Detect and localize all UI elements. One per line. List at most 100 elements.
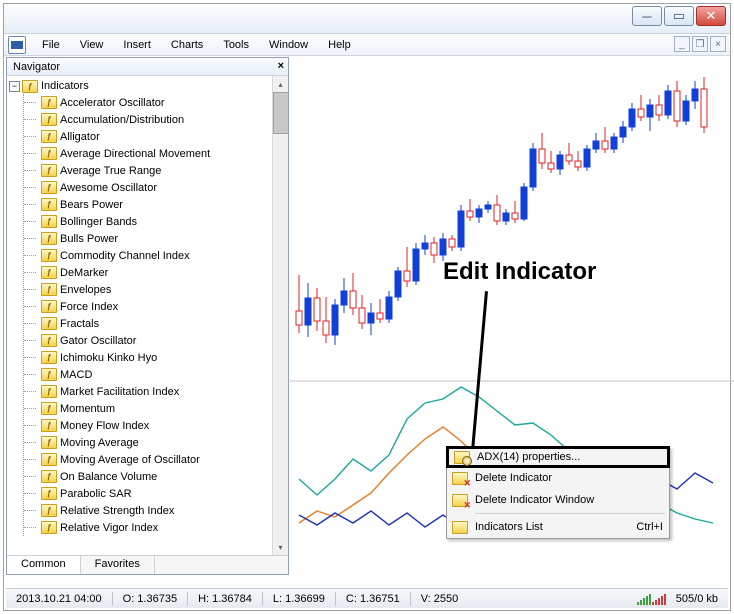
list-icon: [452, 521, 468, 534]
indicator-item[interactable]: ƒDeMarker: [24, 264, 272, 281]
indicator-label: Relative Strength Index: [60, 505, 174, 517]
indicator-item[interactable]: ƒGator Oscillator: [24, 332, 272, 349]
indicator-item[interactable]: ƒOn Balance Volume: [24, 468, 272, 485]
indicator-icon: ƒ: [41, 147, 57, 160]
indicator-item[interactable]: ƒParabolic SAR: [24, 485, 272, 502]
navigator-title: Navigator: [13, 61, 60, 73]
menu-item-label: Delete Indicator: [475, 472, 552, 484]
navigator-panel: Navigator × − ƒ Indicators ƒAccelerator …: [6, 57, 289, 575]
indicator-icon: ƒ: [41, 436, 57, 449]
indicator-item[interactable]: ƒMarket Facilitation Index: [24, 383, 272, 400]
indicator-icon: ƒ: [41, 368, 57, 381]
status-volume: V: 2550: [417, 593, 463, 605]
indicator-item[interactable]: ƒMomentum: [24, 400, 272, 417]
menu-item-delete-indicator[interactable]: Delete Indicator: [447, 467, 669, 489]
indicator-icon: ƒ: [41, 113, 57, 126]
minimize-button[interactable]: ─: [632, 6, 662, 26]
indicator-label: Market Facilitation Index: [60, 386, 179, 398]
indicator-item[interactable]: ƒMoving Average: [24, 434, 272, 451]
menu-insert[interactable]: Insert: [113, 37, 161, 53]
indicator-label: Relative Vigor Index: [60, 522, 158, 534]
menu-window[interactable]: Window: [259, 37, 318, 53]
indicator-label: Alligator: [60, 131, 100, 143]
indicator-label: Moving Average of Oscillator: [60, 454, 200, 466]
indicator-item[interactable]: ƒBears Power: [24, 196, 272, 213]
indicator-label: Fractals: [60, 318, 99, 330]
indicator-item[interactable]: ƒFractals: [24, 315, 272, 332]
menu-item-properties[interactable]: ADX(14) properties...: [446, 446, 670, 468]
menu-tools[interactable]: Tools: [213, 37, 259, 53]
indicator-label: Momentum: [60, 403, 115, 415]
indicator-label: Accelerator Oscillator: [60, 97, 165, 109]
mdi-restore-icon[interactable]: ❐: [692, 36, 708, 52]
indicator-label: Bears Power: [60, 199, 123, 211]
indicator-icon: ƒ: [41, 521, 57, 534]
indicator-item[interactable]: ƒRelative Vigor Index: [24, 519, 272, 536]
close-button[interactable]: ✕: [696, 6, 726, 26]
indicator-item[interactable]: ƒForce Index: [24, 298, 272, 315]
indicator-item[interactable]: ƒCommodity Channel Index: [24, 247, 272, 264]
menu-file[interactable]: File: [32, 37, 70, 53]
app-icon: [8, 36, 26, 54]
connection-icon: [637, 593, 666, 605]
menu-charts[interactable]: Charts: [161, 37, 213, 53]
indicator-item[interactable]: ƒAccumulation/Distribution: [24, 111, 272, 128]
indicator-item[interactable]: ƒAverage True Range: [24, 162, 272, 179]
menu-shortcut: Ctrl+I: [636, 521, 663, 533]
menu-divider: [475, 513, 665, 514]
indicator-icon: ƒ: [41, 487, 57, 500]
folder-icon: ƒ: [22, 80, 38, 93]
indicator-icon: ƒ: [41, 283, 57, 296]
indicator-item[interactable]: ƒBollinger Bands: [24, 213, 272, 230]
mdi-minimize-icon[interactable]: _: [674, 36, 690, 52]
indicator-icon: ƒ: [41, 96, 57, 109]
navigator-title-bar: Navigator ×: [7, 58, 288, 76]
tree-root-label[interactable]: Indicators: [41, 80, 89, 92]
indicator-icon: ƒ: [41, 198, 57, 211]
indicator-icon: ƒ: [41, 470, 57, 483]
tab-favorites[interactable]: Favorites: [81, 556, 155, 574]
menu-item-delete-window[interactable]: Delete Indicator Window: [447, 489, 669, 511]
maximize-button[interactable]: ▭: [664, 6, 694, 26]
indicator-item[interactable]: ƒAlligator: [24, 128, 272, 145]
indicator-icon: ƒ: [41, 419, 57, 432]
indicator-label: Bollinger Bands: [60, 216, 137, 228]
status-network: 505/0 kb: [672, 593, 722, 605]
status-close: C: 1.36751: [342, 593, 404, 605]
indicator-icon: ƒ: [41, 266, 57, 279]
navigator-close-icon[interactable]: ×: [278, 60, 284, 72]
menu-item-indicators-list[interactable]: Indicators List Ctrl+I: [447, 516, 669, 538]
indicator-item[interactable]: ƒBulls Power: [24, 230, 272, 247]
scroll-up-icon[interactable]: ▴: [273, 76, 288, 92]
indicator-icon: ƒ: [41, 317, 57, 330]
indicator-label: Money Flow Index: [60, 420, 149, 432]
indicator-item[interactable]: ƒAwesome Oscillator: [24, 179, 272, 196]
indicator-icon: ƒ: [41, 300, 57, 313]
indicator-label: Commodity Channel Index: [60, 250, 190, 262]
title-bar: ─ ▭ ✕: [4, 4, 730, 34]
indicator-item[interactable]: ƒRelative Strength Index: [24, 502, 272, 519]
indicator-item[interactable]: ƒAverage Directional Movement: [24, 145, 272, 162]
status-bar: 2013.10.21 04:00 O: 1.36735 H: 1.36784 L…: [6, 588, 728, 608]
indicator-label: Accumulation/Distribution: [60, 114, 184, 126]
tab-common[interactable]: Common: [7, 556, 81, 574]
mdi-close-icon[interactable]: ×: [710, 36, 726, 52]
indicator-item[interactable]: ƒIchimoku Kinko Hyo: [24, 349, 272, 366]
annotation-label: Edit Indicator: [443, 258, 596, 286]
tree-collapse-icon[interactable]: −: [9, 81, 20, 92]
menu-view[interactable]: View: [70, 37, 114, 53]
indicator-item[interactable]: ƒMoving Average of Oscillator: [24, 451, 272, 468]
navigator-tree[interactable]: − ƒ Indicators ƒAccelerator OscillatorƒA…: [7, 76, 272, 555]
status-low: L: 1.36699: [269, 593, 329, 605]
menu-bar: File View Insert Charts Tools Window Hel…: [4, 34, 730, 56]
scroll-down-icon[interactable]: ▾: [273, 539, 288, 555]
menu-item-label: Delete Indicator Window: [475, 494, 594, 506]
indicator-item[interactable]: ƒMoney Flow Index: [24, 417, 272, 434]
scrollbar-vertical[interactable]: ▴ ▾: [272, 76, 288, 555]
indicator-icon: ƒ: [41, 504, 57, 517]
indicator-label: MACD: [60, 369, 92, 381]
menu-help[interactable]: Help: [318, 37, 361, 53]
indicator-item[interactable]: ƒAccelerator Oscillator: [24, 94, 272, 111]
indicator-item[interactable]: ƒMACD: [24, 366, 272, 383]
indicator-item[interactable]: ƒEnvelopes: [24, 281, 272, 298]
